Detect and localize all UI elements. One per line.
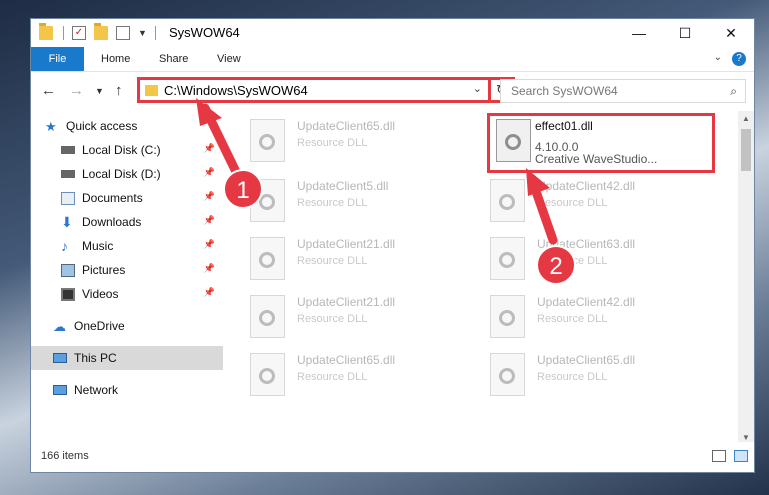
tutorial-annotations: 1 2 [196, 98, 576, 285]
arrowhead-1 [196, 98, 222, 126]
step-1-label: 1 [236, 177, 249, 204]
step-2-label: 2 [549, 253, 562, 280]
arrowhead-2 [526, 168, 550, 196]
